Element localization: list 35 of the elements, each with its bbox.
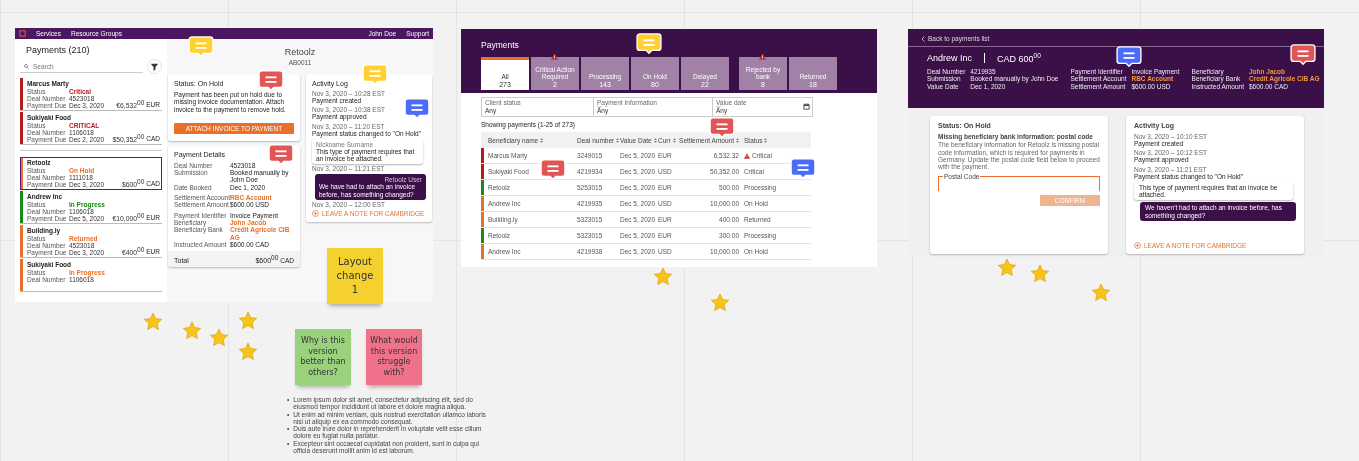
comment-icon[interactable] — [1116, 46, 1142, 67]
plus-icon — [1134, 242, 1141, 249]
logo-icon — [19, 30, 26, 37]
comment-icon[interactable] — [1290, 44, 1316, 65]
star-icon — [653, 267, 673, 287]
star-icon — [238, 311, 258, 331]
sticky-note[interactable]: Why is this version better than others? — [295, 329, 351, 385]
sort-icon[interactable] — [672, 137, 676, 143]
filter-button[interactable] — [147, 59, 162, 74]
star-icon — [209, 328, 229, 348]
payment-title: Retoolz — [284, 47, 316, 57]
list-title: Payments (210) — [26, 45, 91, 55]
sort-icon[interactable] — [616, 137, 620, 143]
sort-icon[interactable] — [736, 137, 739, 143]
calendar-icon — [803, 103, 810, 110]
star-icon — [997, 258, 1017, 278]
back-icon[interactable] — [921, 35, 925, 42]
star-icon — [182, 321, 202, 341]
page-title: Payments — [481, 40, 520, 50]
payment-amount: CAD 600$^{00}$ — [997, 52, 1041, 64]
comment-icon[interactable] — [636, 33, 662, 54]
sticky-note[interactable]: Layout change 1 — [327, 248, 383, 304]
star-icon — [143, 312, 163, 332]
sort-icon[interactable] — [540, 137, 544, 143]
star-icon — [238, 342, 258, 362]
star-icon — [710, 293, 730, 313]
search-icon — [24, 63, 29, 69]
sort-icon[interactable] — [764, 137, 768, 143]
warning-icon — [744, 152, 750, 159]
sort-icon[interactable] — [653, 137, 657, 143]
beneficiary-name: Andrew Inc — [927, 53, 973, 63]
plus-icon — [312, 210, 319, 218]
star-icon — [1091, 283, 1111, 303]
sticky-note[interactable]: What would this version struggle with? — [366, 329, 422, 385]
star-icon — [1030, 264, 1050, 284]
